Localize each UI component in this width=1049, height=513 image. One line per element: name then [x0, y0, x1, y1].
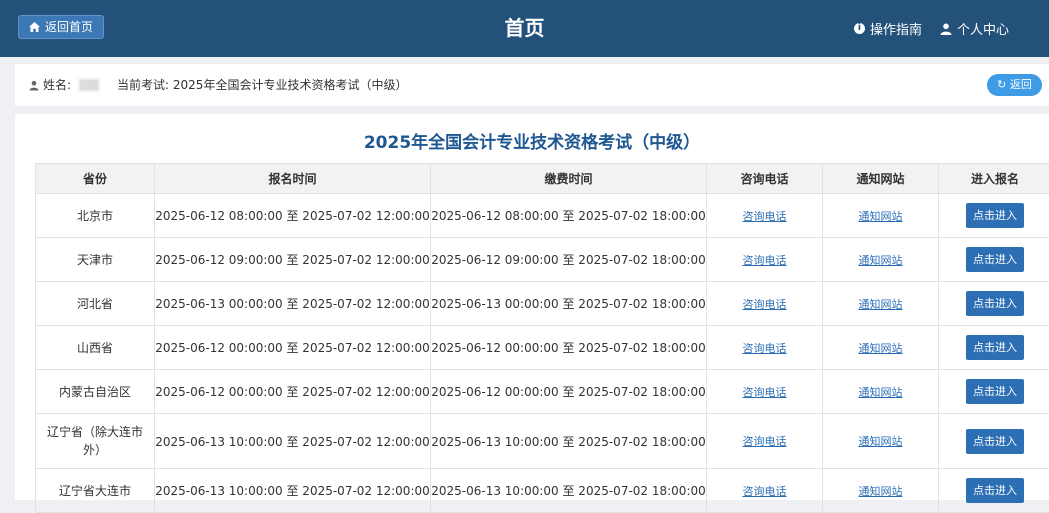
reg-time-cell: 2025-06-12 09:00:00 至 2025-07-02 12:00:0… — [155, 238, 431, 282]
site-link[interactable]: 通知网站 — [859, 485, 903, 498]
reg-time-cell: 2025-06-13 10:00:00 至 2025-07-02 12:00:0… — [155, 469, 431, 513]
refresh-icon: ↻ — [997, 78, 1006, 91]
table-row: 辽宁省大连市 2025-06-13 10:00:00 至 2025-07-02 … — [36, 469, 1049, 513]
info-icon: i — [854, 23, 865, 34]
name-label: 姓名: — [43, 64, 71, 106]
phone-link[interactable]: 咨询电话 — [743, 342, 787, 355]
enter-button[interactable]: 点击进入 — [966, 379, 1024, 404]
province-cell: 辽宁省（除大连市外） — [36, 414, 155, 469]
province-cell: 北京市 — [36, 194, 155, 238]
col-header-enter: 进入报名 — [939, 164, 1049, 194]
guide-link[interactable]: i 操作指南 — [854, 19, 922, 38]
back-home-label: 返回首页 — [45, 15, 93, 39]
table-row: 河北省 2025-06-13 00:00:00 至 2025-07-02 12:… — [36, 282, 1049, 326]
phone-link[interactable]: 咨询电话 — [743, 298, 787, 311]
province-cell: 辽宁省大连市 — [36, 469, 155, 513]
pay-time-cell: 2025-06-13 00:00:00 至 2025-07-02 18:00:0… — [431, 282, 707, 326]
top-navbar: 返回首页 首页 i 操作指南 个人中心 — [0, 0, 1049, 57]
col-header-province: 省份 — [36, 164, 155, 194]
table-row: 北京市 2025-06-12 08:00:00 至 2025-07-02 12:… — [36, 194, 1049, 238]
site-link[interactable]: 通知网站 — [859, 298, 903, 311]
pay-time-cell: 2025-06-12 09:00:00 至 2025-07-02 18:00:0… — [431, 238, 707, 282]
exam-info-bar: 姓名: 当前考试: 2025年全国会计专业技术资格考试（中级） ↻ 返回 — [15, 64, 1049, 106]
user-center-link[interactable]: 个人中心 — [940, 19, 1009, 38]
col-header-pay-time: 缴费时间 — [431, 164, 707, 194]
phone-link[interactable]: 咨询电话 — [743, 386, 787, 399]
phone-link[interactable]: 咨询电话 — [743, 485, 787, 498]
site-link[interactable]: 通知网站 — [859, 210, 903, 223]
enter-button[interactable]: 点击进入 — [966, 335, 1024, 360]
reg-time-cell: 2025-06-13 10:00:00 至 2025-07-02 12:00:0… — [155, 414, 431, 469]
table-row: 辽宁省（除大连市外） 2025-06-13 10:00:00 至 2025-07… — [36, 414, 1049, 469]
user-center-label: 个人中心 — [957, 19, 1009, 38]
site-link[interactable]: 通知网站 — [859, 342, 903, 355]
home-icon — [29, 22, 40, 32]
pay-time-cell: 2025-06-12 08:00:00 至 2025-07-02 18:00:0… — [431, 194, 707, 238]
site-link[interactable]: 通知网站 — [859, 254, 903, 267]
guide-label: 操作指南 — [870, 19, 922, 38]
enter-button[interactable]: 点击进入 — [966, 478, 1024, 503]
phone-link[interactable]: 咨询电话 — [743, 254, 787, 267]
province-cell: 天津市 — [36, 238, 155, 282]
province-cell: 内蒙古自治区 — [36, 370, 155, 414]
site-link[interactable]: 通知网站 — [859, 386, 903, 399]
col-header-reg-time: 报名时间 — [155, 164, 431, 194]
pay-time-cell: 2025-06-13 10:00:00 至 2025-07-02 18:00:0… — [431, 414, 707, 469]
exam-title: 2025年全国会计专业技术资格考试（中级） — [15, 128, 1049, 153]
pay-time-cell: 2025-06-13 10:00:00 至 2025-07-02 18:00:0… — [431, 469, 707, 513]
pay-time-cell: 2025-06-12 00:00:00 至 2025-07-02 18:00:0… — [431, 326, 707, 370]
col-header-site: 通知网站 — [823, 164, 939, 194]
enter-button[interactable]: 点击进入 — [966, 291, 1024, 316]
table-header-row: 省份 报名时间 缴费时间 咨询电话 通知网站 进入报名 — [36, 164, 1049, 194]
col-header-phone: 咨询电话 — [707, 164, 823, 194]
table-row: 山西省 2025-06-12 00:00:00 至 2025-07-02 12:… — [36, 326, 1049, 370]
province-cell: 山西省 — [36, 326, 155, 370]
table-row: 内蒙古自治区 2025-06-12 00:00:00 至 2025-07-02 … — [36, 370, 1049, 414]
registration-table: 省份 报名时间 缴费时间 咨询电话 通知网站 进入报名 北京市 2025-06-… — [35, 163, 1049, 513]
pay-time-cell: 2025-06-12 00:00:00 至 2025-07-02 18:00:0… — [431, 370, 707, 414]
name-value-redacted — [79, 79, 99, 91]
back-home-button[interactable]: 返回首页 — [18, 15, 104, 39]
phone-link[interactable]: 咨询电话 — [743, 435, 787, 448]
reg-time-cell: 2025-06-13 00:00:00 至 2025-07-02 12:00:0… — [155, 282, 431, 326]
phone-link[interactable]: 咨询电话 — [743, 210, 787, 223]
site-link[interactable]: 通知网站 — [859, 435, 903, 448]
return-label: 返回 — [1010, 78, 1032, 91]
table-row: 天津市 2025-06-12 09:00:00 至 2025-07-02 12:… — [36, 238, 1049, 282]
reg-time-cell: 2025-06-12 00:00:00 至 2025-07-02 12:00:0… — [155, 326, 431, 370]
enter-button[interactable]: 点击进入 — [966, 429, 1024, 454]
user-icon — [29, 80, 39, 91]
main-panel: 2025年全国会计专业技术资格考试（中级） 省份 报名时间 缴费时间 咨询电话 … — [15, 114, 1049, 500]
return-button[interactable]: ↻ 返回 — [987, 74, 1042, 96]
reg-time-cell: 2025-06-12 00:00:00 至 2025-07-02 12:00:0… — [155, 370, 431, 414]
reg-time-cell: 2025-06-12 08:00:00 至 2025-07-02 12:00:0… — [155, 194, 431, 238]
enter-button[interactable]: 点击进入 — [966, 247, 1024, 272]
current-exam-text: 当前考试: 2025年全国会计专业技术资格考试（中级） — [117, 64, 407, 106]
user-icon — [940, 23, 952, 35]
enter-button[interactable]: 点击进入 — [966, 203, 1024, 228]
province-cell: 河北省 — [36, 282, 155, 326]
